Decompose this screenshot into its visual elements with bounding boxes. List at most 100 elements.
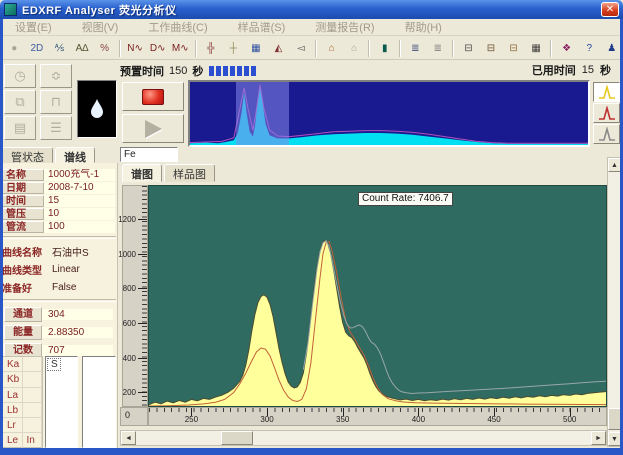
info-field-row: 日期2008-7-10: [2, 181, 115, 194]
home-sample-button[interactable]: ⌂: [321, 39, 342, 58]
toolbar: ●2D⅍A∆%N∿D∿M∿╬┼▦◭◅⌂⌂▮≣≣⊟⊟⊟▦❖?♟: [0, 37, 623, 60]
print-button[interactable]: ⊟: [458, 39, 479, 58]
menu-item-6[interactable]: 帮助(H): [390, 18, 457, 36]
info-field-value: 1000充气-1: [44, 169, 115, 181]
percent-energy-button[interactable]: %: [94, 39, 115, 58]
y-major-tick: [138, 392, 147, 393]
curve-new-button[interactable]: N∿: [125, 39, 146, 58]
close-button[interactable]: ✕: [601, 2, 619, 17]
element-input[interactable]: Fe: [120, 147, 178, 162]
lines-table-row: LeIn: [3, 433, 42, 448]
calculator-button[interactable]: ▦: [526, 39, 547, 58]
lines-table-row: La: [3, 388, 42, 403]
line-value-cell: [23, 403, 43, 417]
exit-button[interactable]: ♟: [602, 39, 623, 58]
curve-delete-button[interactable]: D∿: [147, 39, 168, 58]
tab-spectrum-chart[interactable]: 谱图: [122, 164, 162, 182]
auto-scale-button[interactable]: A∆: [72, 39, 93, 58]
menubar: 设置(E)视图(V)工作曲线(C)样品谱(S)测量报告(R)帮助(H): [0, 19, 623, 36]
print-setup-button[interactable]: ⊟: [481, 39, 502, 58]
y-major-tick: [138, 323, 147, 324]
info-field-value: 15: [44, 195, 115, 207]
peak-mark-button[interactable]: ◅: [291, 39, 312, 58]
sample-spectrum-outline: [149, 240, 606, 405]
element-list-item[interactable]: S: [47, 358, 61, 371]
progress-segment: [209, 66, 214, 76]
y-major-tick: [138, 219, 147, 220]
preview-view-buttons: [593, 82, 620, 145]
lines-table-row: Lb: [3, 403, 42, 418]
x-axis-minor-ticks: [149, 408, 606, 412]
y-major-tick: [138, 254, 147, 255]
sample-status-box: [77, 80, 117, 138]
pump-button[interactable]: ≎: [40, 64, 72, 88]
element-list: S: [45, 356, 78, 448]
print-preview-button[interactable]: ⊟: [503, 39, 524, 58]
info-field-label: 时间: [2, 195, 44, 207]
smooth-button[interactable]: ┼: [223, 39, 244, 58]
list-params-button[interactable]: ≣: [428, 39, 449, 58]
readout-field-value: 707: [42, 345, 113, 356]
x-tick-label: 500: [563, 415, 576, 424]
axis-origin-label: 0: [120, 407, 148, 426]
grid-button[interactable]: ╬: [201, 39, 222, 58]
curve-field-row: 曲线名称石油中S: [2, 242, 115, 260]
start-button[interactable]: [122, 114, 184, 143]
x-axis-ruler: 250300350400450500: [148, 407, 607, 426]
curve-field-label: 曲线类型: [2, 262, 52, 277]
home-standard-button[interactable]: ⌂: [344, 39, 365, 58]
tab-tube-status[interactable]: 管状态: [2, 147, 53, 163]
info-field-row: 管流100: [2, 220, 115, 233]
peak-search-button[interactable]: ◭: [268, 39, 289, 58]
horizontal-scroll-thumb[interactable]: [221, 431, 253, 445]
chart-view-button[interactable]: ▦: [246, 39, 267, 58]
preset-time-value: 150: [169, 65, 187, 77]
view-auto-button[interactable]: [593, 124, 620, 144]
menu-item-5[interactable]: 测量报告(R): [300, 18, 389, 36]
readout-field-label: 通道: [4, 307, 42, 322]
percent-display-button[interactable]: ⅍: [49, 39, 70, 58]
spectrum-plot-svg: [149, 186, 606, 406]
menu-item-2[interactable]: 视图(V): [67, 18, 134, 36]
stop-button[interactable]: [122, 82, 184, 111]
2d-view-button[interactable]: 2D: [27, 39, 48, 58]
readout-field-label: 能量: [4, 325, 42, 340]
sample-info-fields: 名称1000充气-1日期2008-7-10时间15管压10管流100: [0, 163, 117, 233]
tab-spectral-lines[interactable]: 谱线: [55, 147, 95, 163]
y-tick-label: 400: [123, 354, 136, 363]
view-log-button[interactable]: [593, 103, 620, 123]
divider: [1, 299, 116, 302]
info-field-label: 管流: [2, 221, 44, 233]
y-axis-ruler: 20040060080010001200: [122, 185, 148, 407]
elapsed-time-label: 已用时间: [532, 62, 576, 78]
preset-time-unit: 秒: [192, 63, 203, 79]
timer-button[interactable]: ◷: [4, 64, 36, 88]
x-tick-label: 450: [487, 415, 500, 424]
menu-item-4[interactable]: 样品谱(S): [223, 18, 301, 36]
scroll-right-button[interactable]: ►: [591, 431, 606, 445]
x-tick-label: 350: [336, 415, 349, 424]
preview-selection-band[interactable]: [236, 82, 290, 145]
acquire-button[interactable]: ●: [4, 39, 25, 58]
menu-item-1[interactable]: 设置(E): [0, 18, 67, 36]
info-field-value: 10: [44, 208, 115, 220]
line-value-cell: In: [23, 433, 43, 447]
curve-field-value: False: [52, 282, 115, 293]
horizontal-scrollbar[interactable]: ◄ ►: [120, 430, 607, 446]
list-settings-button[interactable]: ≣: [405, 39, 426, 58]
valve-button[interactable]: ⊓: [40, 90, 72, 114]
curve-modify-button[interactable]: M∿: [170, 39, 191, 58]
help-book-button[interactable]: ❖: [556, 39, 577, 58]
help-pointer-button[interactable]: ?: [579, 39, 600, 58]
tab-sample-chart[interactable]: 样品图: [164, 164, 215, 182]
report-button[interactable]: ▤: [4, 116, 36, 140]
start-icon: [145, 120, 162, 138]
scroll-left-button[interactable]: ◄: [121, 431, 136, 445]
menu-item-3[interactable]: 工作曲线(C): [133, 18, 222, 36]
line-name-cell: Ka: [3, 357, 23, 371]
filter-button[interactable]: ☰: [40, 116, 72, 140]
view-linear-button[interactable]: [593, 82, 620, 102]
monitor-button[interactable]: ▮: [374, 39, 395, 58]
paste-button[interactable]: ⧉: [4, 90, 36, 114]
progress-segment: [251, 66, 256, 76]
